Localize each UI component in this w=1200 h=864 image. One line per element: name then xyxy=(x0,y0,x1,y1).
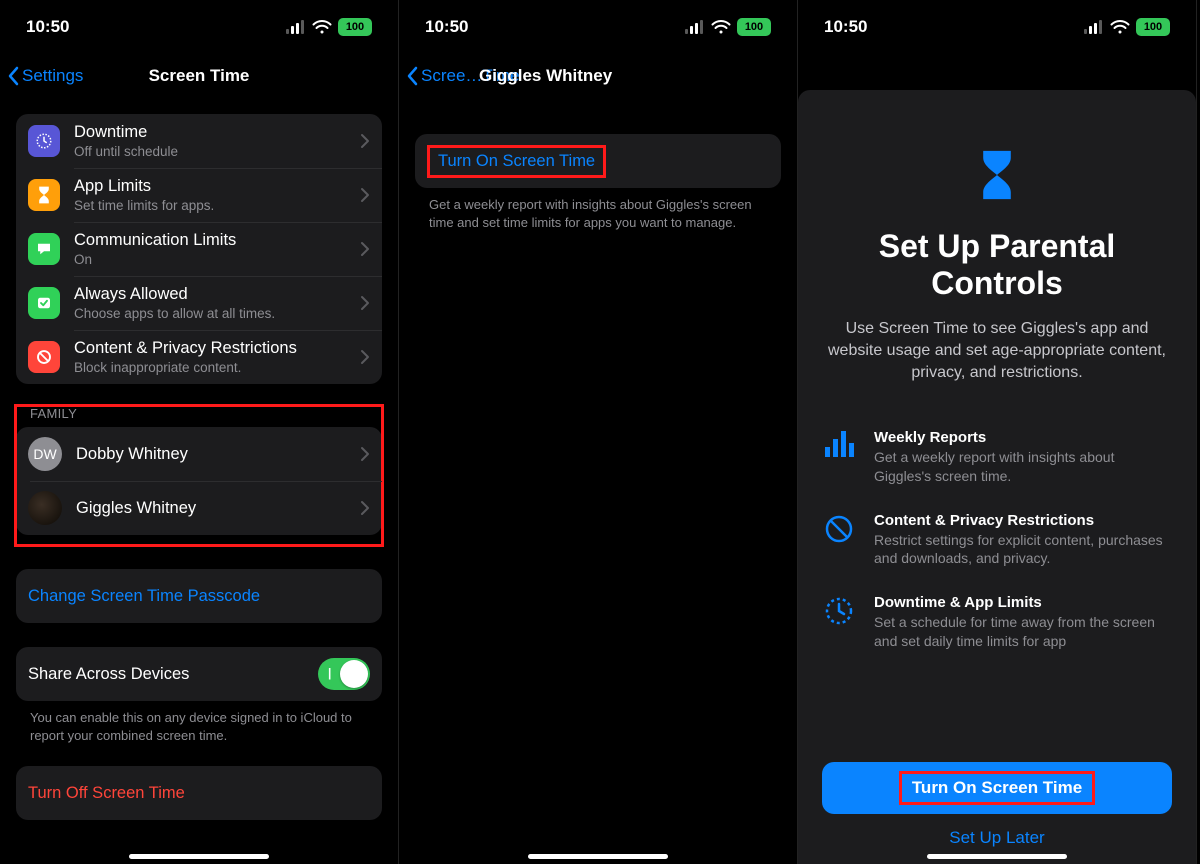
communication-limits-icon xyxy=(28,233,60,265)
sheet-title: Set Up Parental Controls xyxy=(822,228,1172,302)
chevron-right-icon xyxy=(360,500,370,516)
status-time: 10:50 xyxy=(824,17,867,37)
row-downtime[interactable]: Downtime Off until schedule xyxy=(16,114,382,168)
feature-content-privacy: Content & Privacy Restrictions Restrict … xyxy=(822,512,1172,569)
status-bar: 10:50 100 xyxy=(798,0,1196,54)
feature-subtitle: Set a schedule for time away from the sc… xyxy=(874,613,1172,651)
setup-sheet: Set Up Parental Controls Use Screen Time… xyxy=(798,90,1196,864)
share-footer: You can enable this on any device signed… xyxy=(30,709,368,744)
status-bar: 10:50 100 xyxy=(0,0,398,54)
feature-title: Content & Privacy Restrictions xyxy=(874,512,1172,529)
turn-off-screen-time-button[interactable]: Turn Off Screen Time xyxy=(16,766,382,820)
turn-on-label: Turn On Screen Time xyxy=(438,152,595,170)
row-title: App Limits xyxy=(74,176,360,197)
cellular-icon xyxy=(1084,20,1104,34)
row-subtitle: Set time limits for apps. xyxy=(74,197,360,215)
chevron-right-icon xyxy=(360,241,370,257)
feature-subtitle: Restrict settings for explicit content, … xyxy=(874,531,1172,569)
feature-weekly-reports: Weekly Reports Get a weekly report with … xyxy=(822,429,1172,486)
change-passcode-button[interactable]: Change Screen Time Passcode xyxy=(16,569,382,623)
home-indicator[interactable] xyxy=(528,854,668,859)
turn-on-highlight: Turn On Screen Time xyxy=(427,145,606,178)
row-subtitle: On xyxy=(74,251,360,269)
content-privacy-icon xyxy=(28,341,60,373)
screen-time-main: 10:50 100 Settings Screen Time Downtime … xyxy=(0,0,399,864)
family-name: Giggles Whitney xyxy=(76,498,360,519)
home-indicator[interactable] xyxy=(927,854,1067,859)
turn-on-footer: Get a weekly report with insights about … xyxy=(429,196,767,231)
app-limits-icon xyxy=(28,179,60,211)
row-content-privacy[interactable]: Content & Privacy Restrictions Block ina… xyxy=(16,330,382,384)
row-communication-limits[interactable]: Communication Limits On xyxy=(16,222,382,276)
screentime-features-group: Downtime Off until schedule App Limits S… xyxy=(16,114,382,384)
family-member-giggles[interactable]: Giggles Whitney xyxy=(16,481,382,535)
status-bar: 10:50 100 xyxy=(399,0,797,54)
always-allowed-icon xyxy=(28,287,60,319)
back-label: Scree…Time xyxy=(421,66,520,86)
chevron-right-icon xyxy=(360,349,370,365)
row-always-allowed[interactable]: Always Allowed Choose apps to allow at a… xyxy=(16,276,382,330)
share-across-devices-row[interactable]: Share Across Devices | xyxy=(16,647,382,701)
turn-on-screen-time-button[interactable]: Turn On Screen Time xyxy=(415,134,781,188)
chevron-right-icon xyxy=(360,295,370,311)
primary-button-highlight: Turn On Screen Time xyxy=(899,771,1095,805)
row-app-limits[interactable]: App Limits Set time limits for apps. xyxy=(16,168,382,222)
prohibit-icon xyxy=(822,514,856,544)
set-up-later-button[interactable]: Set Up Later xyxy=(949,828,1044,848)
turn-off-label: Turn Off Screen Time xyxy=(28,784,185,803)
cellular-icon xyxy=(685,20,705,34)
row-title: Downtime xyxy=(74,122,360,143)
sheet-description: Use Screen Time to see Giggles's app and… xyxy=(822,318,1172,385)
back-button-screentime[interactable]: Scree…Time xyxy=(407,66,520,86)
chevron-right-icon xyxy=(360,133,370,149)
chevron-right-icon xyxy=(360,187,370,203)
primary-button-label: Turn On Screen Time xyxy=(912,778,1082,797)
downtime-icon xyxy=(28,125,60,157)
avatar-photo xyxy=(28,491,62,525)
share-label: Share Across Devices xyxy=(28,664,318,685)
hourglass-icon xyxy=(974,146,1020,204)
family-section-highlight: Family DW Dobby Whitney Giggles Whitney xyxy=(16,406,382,545)
child-screen-time: 10:50 100 Scree…Time Giggles Whitney Tur… xyxy=(399,0,798,864)
change-passcode-label: Change Screen Time Passcode xyxy=(28,587,260,606)
clock-dashed-icon xyxy=(822,596,856,626)
row-subtitle: Off until schedule xyxy=(74,143,360,161)
row-title: Content & Privacy Restrictions xyxy=(74,338,360,359)
battery-icon: 100 xyxy=(1136,18,1170,36)
wifi-icon xyxy=(1110,19,1130,35)
parental-controls-setup: 10:50 100 Set Up Parental Controls Use S… xyxy=(798,0,1197,864)
battery-icon: 100 xyxy=(737,18,771,36)
chevron-right-icon xyxy=(360,446,370,462)
battery-icon: 100 xyxy=(338,18,372,36)
feature-title: Downtime & App Limits xyxy=(874,594,1172,611)
home-indicator[interactable] xyxy=(129,854,269,859)
feature-downtime-limits: Downtime & App Limits Set a schedule for… xyxy=(822,594,1172,651)
turn-on-screen-time-primary-button[interactable]: Turn On Screen Time xyxy=(822,762,1172,814)
avatar-initials: DW xyxy=(28,437,62,471)
wifi-icon xyxy=(711,19,731,35)
share-toggle[interactable]: | xyxy=(318,658,370,690)
row-subtitle: Block inappropriate content. xyxy=(74,359,360,377)
feature-subtitle: Get a weekly report with insights about … xyxy=(874,448,1172,486)
status-time: 10:50 xyxy=(26,17,69,37)
status-time: 10:50 xyxy=(425,17,468,37)
feature-title: Weekly Reports xyxy=(874,429,1172,446)
cellular-icon xyxy=(286,20,306,34)
back-label: Settings xyxy=(22,66,83,86)
row-title: Communication Limits xyxy=(74,230,360,251)
family-name: Dobby Whitney xyxy=(76,444,360,465)
family-header: Family xyxy=(30,406,368,421)
bar-chart-icon xyxy=(822,431,856,457)
row-subtitle: Choose apps to allow at all times. xyxy=(74,305,360,323)
page-title: Giggles Whitney xyxy=(479,66,797,86)
family-member-dobby[interactable]: DW Dobby Whitney xyxy=(16,427,382,481)
row-title: Always Allowed xyxy=(74,284,360,305)
back-button-settings[interactable]: Settings xyxy=(8,66,83,86)
wifi-icon xyxy=(312,19,332,35)
